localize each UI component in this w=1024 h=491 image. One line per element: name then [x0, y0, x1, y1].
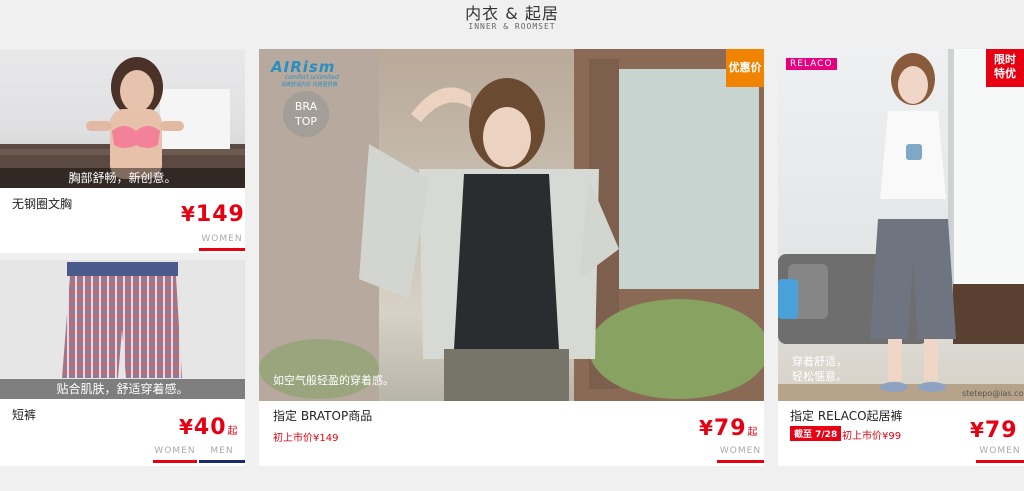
- relaco-price: ¥79: [970, 418, 1018, 443]
- bratop-logo-line1: BRA: [294, 100, 318, 113]
- product-card-relaco[interactable]: RELACO 限时 特优 穿着舒适， 轻松惬意。 stetepo@ias.co.…: [778, 49, 1024, 466]
- shorts-gender-men[interactable]: MEN: [199, 446, 245, 463]
- relaco-tag-line1: 限时: [994, 53, 1016, 66]
- bra-price: ¥149: [181, 202, 245, 227]
- bratop-price-from: 起: [747, 427, 759, 438]
- bra-gender-women[interactable]: WOMEN: [199, 234, 245, 251]
- product-card-bratop[interactable]: AIRism comfort unlimited 清爽舒适内衣 内搭更舒爽 BR…: [259, 49, 764, 466]
- airism-tagline-cn: 清爽舒适内衣 内搭更舒爽: [281, 82, 338, 88]
- bratop-price-value: 79: [713, 416, 747, 441]
- relaco-tag-line2: 特优: [994, 67, 1016, 80]
- bra-price-currency: ¥: [181, 202, 196, 226]
- relaco-caption-line1: 穿着舒适，: [792, 355, 847, 368]
- bratop-original-price: 初上市价¥149: [273, 433, 339, 444]
- shorts-product-image[interactable]: 贴合肌肤，舒适穿着感。: [0, 260, 245, 399]
- shorts-price-value: 40: [193, 415, 227, 440]
- bratop-price-currency: ¥: [699, 416, 714, 440]
- shorts-price-currency: ¥: [179, 415, 194, 439]
- section-subtitle: INNER & ROOMSET: [468, 22, 556, 31]
- bra-price-value: 149: [195, 202, 245, 227]
- relaco-caption-line2: 轻松惬意。: [792, 370, 847, 383]
- bratop-logo-line2: TOP: [294, 115, 317, 128]
- relaco-price-currency: ¥: [970, 418, 985, 442]
- bratop-discount-tag: 优惠价: [726, 49, 764, 87]
- bratop-product-image[interactable]: AIRism comfort unlimited 清爽舒适内衣 内搭更舒爽 BR…: [259, 49, 764, 401]
- product-card-shorts[interactable]: 贴合肌肤，舒适穿着感。 短裤 ¥40起 WOMEN MEN: [0, 260, 245, 466]
- relaco-gender-women[interactable]: WOMEN: [976, 446, 1024, 463]
- bra-product-image[interactable]: 胸部舒畅，新创意。: [0, 49, 245, 188]
- relaco-model-illustration: [778, 49, 1024, 401]
- relaco-limited-tag: 限时 特优: [986, 49, 1024, 87]
- product-card-bra[interactable]: 胸部舒畅，新创意。 无钢圈文胸 ¥149 WOMEN: [0, 49, 245, 253]
- bratop-product-name[interactable]: 指定 BRATOP商品: [273, 407, 372, 424]
- bra-product-name[interactable]: 无钢圈文胸: [12, 195, 72, 212]
- bratop-caption: 如空气般轻盈的穿着感。: [273, 374, 394, 387]
- relaco-brand-badge: RELACO: [786, 58, 837, 70]
- bratop-gender-women[interactable]: WOMEN: [717, 446, 764, 463]
- airism-logo: AIRism comfort unlimited 清爽舒适内衣 内搭更舒爽: [271, 58, 339, 88]
- section-title: 内衣 & 起居: [465, 4, 559, 23]
- relaco-original-price: 初上市价¥99: [842, 431, 902, 442]
- shorts-caption: 贴合肌肤，舒适穿着感。: [0, 379, 245, 399]
- relaco-caption: 穿着舒适， 轻松惬意。: [792, 354, 847, 384]
- section-header: 内衣 & 起居 INNER & ROOMSET: [0, 0, 1024, 46]
- relaco-price-value: 79: [984, 418, 1018, 443]
- relaco-watermark: stetepo@ias.co.ltd: [962, 389, 1024, 398]
- bratop-model-illustration: [259, 49, 764, 401]
- bra-caption: 胸部舒畅，新创意。: [0, 168, 245, 188]
- shorts-price-from: 起: [227, 426, 239, 437]
- shorts-price: ¥40起: [179, 415, 239, 440]
- shorts-product-name[interactable]: 短裤: [12, 406, 36, 423]
- shorts-gender-women[interactable]: WOMEN: [153, 446, 197, 463]
- bratop-price: ¥79起: [699, 416, 759, 441]
- bratop-logo: BRA TOP: [283, 91, 329, 137]
- airism-tagline: comfort unlimited: [285, 74, 339, 81]
- relaco-product-image[interactable]: RELACO 限时 特优 穿着舒适， 轻松惬意。 stetepo@ias.co.…: [778, 49, 1024, 401]
- relaco-deadline-badge: 截至 7/28: [790, 426, 842, 441]
- relaco-product-name[interactable]: 指定 RELACO起居裤: [790, 407, 903, 424]
